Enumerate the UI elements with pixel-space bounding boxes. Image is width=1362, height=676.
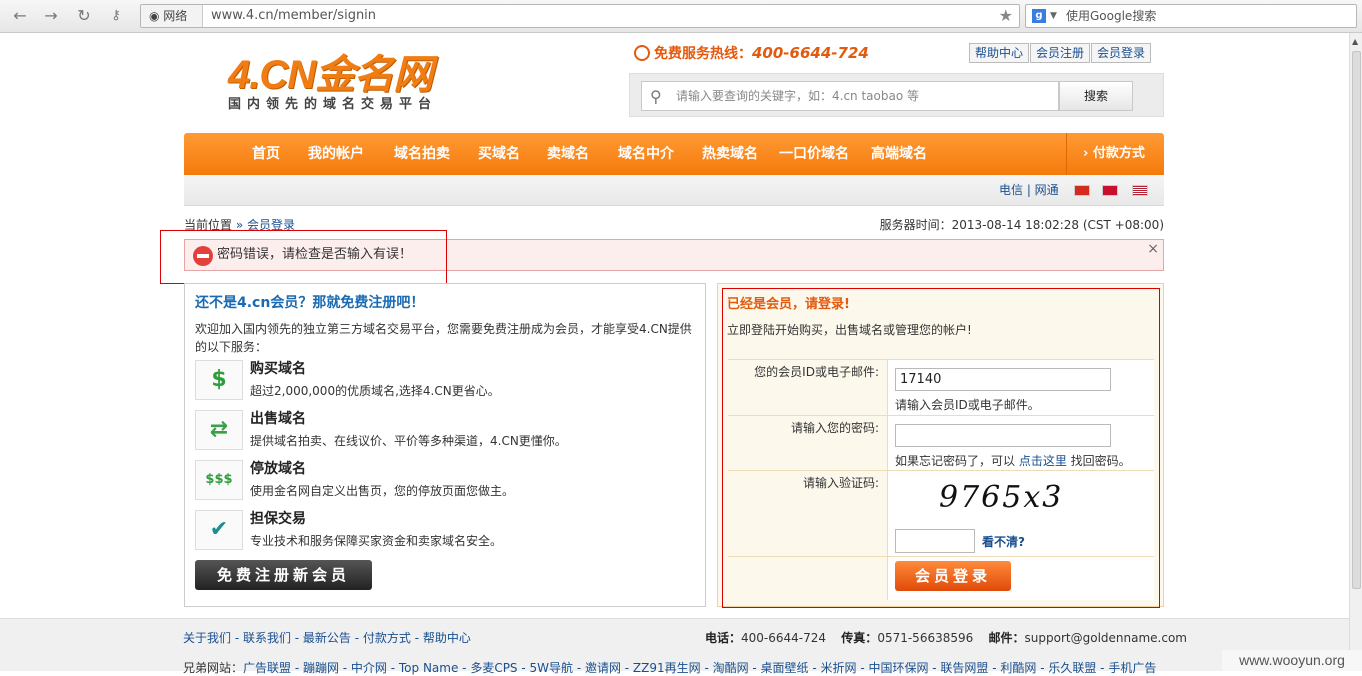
nav-fixed-price[interactable]: 一口价域名: [779, 133, 849, 175]
top-links: 帮助中心 会员注册 会员登录: [968, 43, 1152, 63]
hotline: 免费服务热线：400-6644-724: [634, 43, 869, 63]
network-switch[interactable]: 电信 | 网通: [999, 175, 1059, 206]
scrollbar-thumb[interactable]: [1352, 51, 1361, 589]
search-placeholder: 请输入要查询的关键字，如：4.cn taobao 等: [676, 89, 919, 103]
security-chip-label: 网络: [163, 9, 188, 23]
nav-payment-label: 付款方式: [1092, 146, 1145, 161]
nav-premium[interactable]: 高端域名: [871, 133, 927, 175]
scroll-up-icon[interactable]: ▲: [1352, 37, 1358, 46]
china-flag-icon[interactable]: [1074, 185, 1090, 196]
register-panel: 还不是4.cn会员？那就免费注册吧！ 欢迎加入国内领先的独立第三方域名交易平台，…: [184, 283, 706, 607]
help-center-link[interactable]: 帮助中心: [969, 43, 1030, 63]
register-link[interactable]: 会员注册: [1030, 43, 1091, 63]
register-intro: 欢迎加入国内领先的独立第三方域名交易平台，您需要免费注册成为会员，才能享受4.C…: [195, 322, 692, 354]
bookmark-star-icon[interactable]: ★: [999, 6, 1013, 26]
email-label: 邮件：: [988, 631, 1025, 645]
fax-value: 0571-56638596: [877, 631, 974, 645]
service-name: 担保交易: [250, 511, 306, 527]
service-desc: 使用金名网自定义出售页，您的停放页面您做主。: [250, 484, 515, 498]
browser-search-placeholder: 使用Google搜索: [1066, 9, 1157, 23]
footer-contact: 电话：400-6644-724 传真：0571-56638596 邮件：supp…: [705, 629, 1187, 646]
footer-links[interactable]: 关于我们 - 联系我们 - 最新公告 - 付款方式 - 帮助中心: [183, 629, 471, 646]
url-text[interactable]: www.4.cn/member/signin: [211, 5, 376, 27]
service-name: 购买域名: [250, 361, 306, 377]
forward-arrow-icon[interactable]: →: [41, 6, 61, 26]
service-escrow: ✔ 担保交易 专业技术和服务保障买家资金和卖家域名安全。: [195, 508, 685, 554]
reload-icon[interactable]: ↻: [74, 6, 94, 26]
register-button[interactable]: 免费注册新会员: [195, 560, 372, 590]
security-chip[interactable]: ◉ 网络: [141, 5, 203, 27]
google-icon: g: [1032, 9, 1046, 23]
email-value: support@goldenname.com: [1024, 631, 1187, 645]
search-icon: ⚲: [650, 87, 662, 106]
main-nav: 首页 我的帐户 域名拍卖 买域名 卖域名 域名中介 热卖域名 一口价域名 高端域…: [184, 133, 1164, 175]
logo-main: 4.CN金名网: [228, 53, 433, 97]
service-park: $$$ 停放域名 使用金名网自定义出售页，您的停放页面您做主。: [195, 458, 685, 504]
fax-label: 传真：: [841, 631, 878, 645]
us-flag-icon[interactable]: [1132, 185, 1148, 196]
search-button[interactable]: 搜索: [1059, 81, 1133, 111]
hongkong-flag-icon[interactable]: [1102, 185, 1118, 196]
shield-check-icon: ✔: [195, 510, 243, 550]
exchange-arrows-icon: ⇄: [195, 410, 243, 450]
nav-sell[interactable]: 卖域名: [547, 133, 589, 175]
service-name: 出售域名: [250, 411, 306, 427]
nav-buy[interactable]: 买域名: [478, 133, 520, 175]
hotline-number: 400-6644-724: [752, 44, 869, 62]
watermark: www.wooyun.org: [1222, 650, 1362, 671]
back-arrow-icon[interactable]: ←: [10, 6, 30, 26]
logo-subtitle: 国内领先的域名交易平台: [228, 97, 438, 112]
nav-broker[interactable]: 域名中介: [618, 133, 674, 175]
search-input[interactable]: ⚲ 请输入要查询的关键字，如：4.cn taobao 等: [641, 81, 1059, 111]
nav-home[interactable]: 首页: [252, 133, 280, 175]
address-bar[interactable]: ◉ 网络 www.4.cn/member/signin ★: [140, 4, 1020, 28]
highlight-box: [722, 288, 1160, 608]
service-sell: ⇄ 出售域名 提供域名拍卖、在线议价、平价等多种渠道，4.CN更懂你。: [195, 408, 685, 454]
site-logo[interactable]: 4.CN金名网 国内领先的域名交易平台: [228, 55, 478, 115]
phone-label: 电话：: [705, 631, 742, 645]
phone-icon: [634, 45, 650, 61]
nav-hot[interactable]: 热卖域名: [702, 133, 758, 175]
service-desc: 超过2,000,000的优质域名,选择4.CN更省心。: [250, 384, 500, 398]
phone-value: 400-6644-724: [741, 631, 827, 645]
close-icon[interactable]: ×: [1147, 240, 1159, 258]
service-desc: 提供域名拍卖、在线议价、平价等多种渠道，4.CN更懂你。: [250, 434, 567, 448]
friend-sites-list[interactable]: 广告联盟 - 蹦蹦网 - 中介网 - Top Name - 多麦CPS - 5W…: [243, 661, 1156, 675]
friend-sites-label: 兄弟网站：: [183, 661, 244, 675]
chevron-right-icon: ›: [1083, 146, 1093, 161]
key-icon[interactable]: ⚷: [106, 6, 126, 26]
register-title: 还不是4.cn会员？那就免费注册吧！: [195, 295, 425, 311]
nav-payment[interactable]: › 付款方式: [1066, 133, 1164, 175]
friend-sites: 兄弟网站：广告联盟 - 蹦蹦网 - 中介网 - Top Name - 多麦CPS…: [183, 659, 1156, 676]
server-time: 服务器时间：2013-08-14 18:02:28 (CST +08:00): [879, 218, 1164, 232]
nav-my-account[interactable]: 我的帐户: [308, 133, 364, 175]
highlight-box: [160, 230, 447, 284]
hotline-label: 免费服务热线：: [654, 46, 752, 62]
login-link[interactable]: 会员登录: [1091, 43, 1152, 63]
vertical-scrollbar[interactable]: ▲: [1349, 33, 1362, 671]
browser-search-box[interactable]: g ▼ 使用Google搜索: [1025, 4, 1357, 28]
sub-bar: 电信 | 网通: [184, 175, 1164, 206]
parking-dollars-icon: $$$: [195, 460, 243, 500]
service-name: 停放域名: [250, 461, 306, 477]
footer: 关于我们 - 联系我们 - 最新公告 - 付款方式 - 帮助中心 电话：400-…: [0, 618, 1349, 675]
chevron-down-icon[interactable]: ▼: [1050, 7, 1057, 25]
dollar-icon: $: [195, 360, 243, 400]
globe-icon: ◉: [149, 9, 164, 23]
nav-auction[interactable]: 域名拍卖: [394, 133, 450, 175]
site-search: ⚲ 请输入要查询的关键字，如：4.cn taobao 等 搜索: [629, 73, 1164, 117]
service-buy: $ 购买域名 超过2,000,000的优质域名,选择4.CN更省心。: [195, 358, 685, 404]
browser-toolbar: ← → ↻ ⚷ ◉ 网络 www.4.cn/member/signin ★ g …: [0, 0, 1362, 33]
service-desc: 专业技术和服务保障买家资金和卖家域名安全。: [250, 534, 503, 548]
